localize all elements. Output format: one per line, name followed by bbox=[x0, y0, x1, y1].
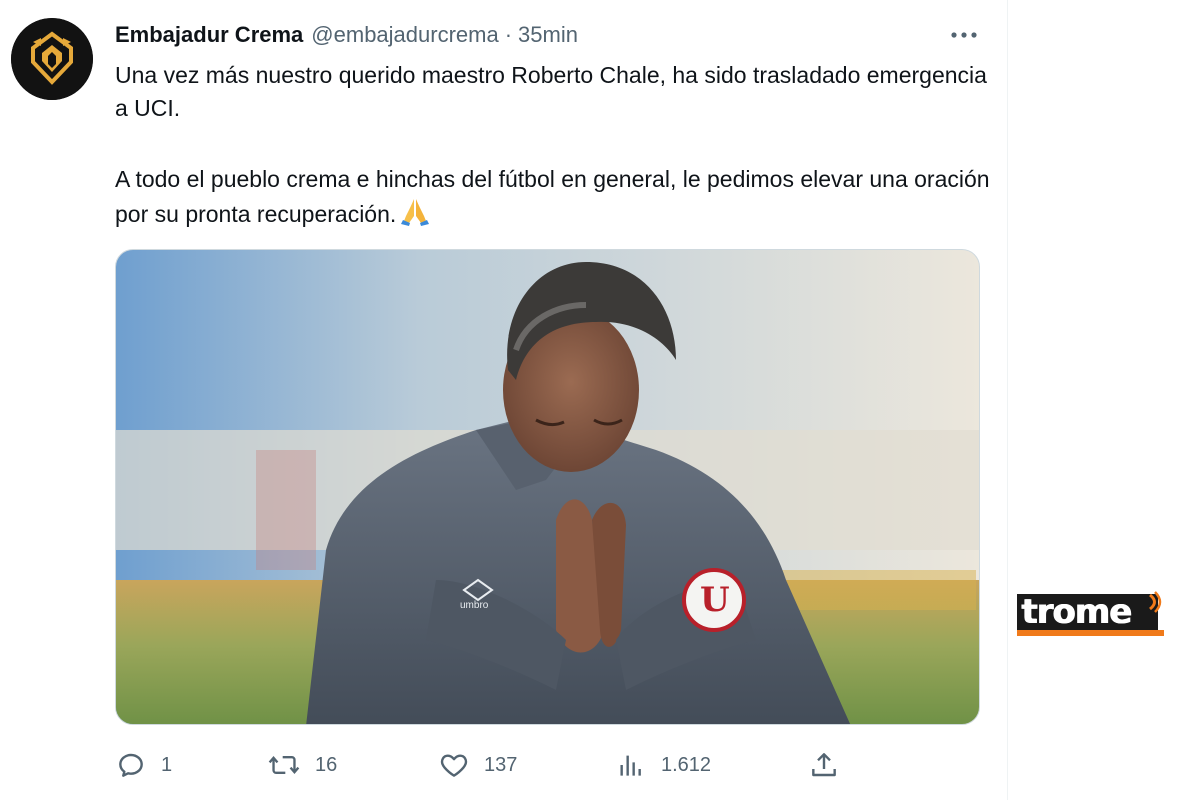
trome-logo-underline bbox=[1017, 630, 1164, 636]
column-divider bbox=[1007, 0, 1008, 800]
u-crest-letter: U bbox=[700, 580, 730, 620]
tweet-card[interactable]: Embajadur Crema @embajadurcrema · 35min … bbox=[0, 0, 1008, 800]
roberto-chale-photo bbox=[116, 250, 979, 724]
retweet-button[interactable]: 16 bbox=[267, 745, 337, 785]
tweet-header: Embajadur Crema @embajadurcrema · 35min bbox=[115, 20, 578, 50]
tweet-actions: 1 16 137 1.612 bbox=[115, 745, 875, 785]
bar-chart-icon bbox=[620, 755, 641, 776]
jacket-brand-label: umbro bbox=[460, 600, 489, 611]
ellipsis-icon bbox=[951, 32, 977, 38]
reply-icon bbox=[119, 753, 143, 777]
embajadur-logo-icon bbox=[11, 18, 93, 100]
tweet-text-paragraph-1: Una vez más nuestro querido maestro Robe… bbox=[115, 62, 987, 121]
retweet-icon bbox=[268, 755, 300, 775]
more-options-button[interactable] bbox=[946, 20, 982, 50]
reply-button[interactable]: 1 bbox=[115, 745, 172, 785]
separator-dot: · bbox=[504, 22, 513, 47]
reply-count: 1 bbox=[161, 753, 173, 776]
trome-watermark: trome bbox=[1017, 591, 1164, 637]
tweet-photo[interactable] bbox=[115, 249, 980, 725]
timestamp[interactable]: 35min bbox=[518, 22, 578, 48]
share-icon bbox=[812, 753, 836, 777]
avatar[interactable] bbox=[11, 18, 93, 100]
views-button[interactable]: 1.612 bbox=[615, 745, 711, 785]
user-handle[interactable]: @embajadurcrema bbox=[311, 22, 498, 48]
signal-wave-icon bbox=[1149, 591, 1162, 613]
heart-icon bbox=[440, 754, 468, 777]
trome-logo-text: trome bbox=[1017, 594, 1158, 630]
views-count: 1.612 bbox=[661, 753, 712, 776]
retweet-count: 16 bbox=[315, 753, 338, 776]
tweet-text-paragraph-2: A todo el pueblo crema e hinchas del fút… bbox=[115, 163, 995, 235]
share-button[interactable] bbox=[808, 745, 840, 785]
like-count: 137 bbox=[484, 753, 518, 776]
display-name[interactable]: Embajadur Crema bbox=[115, 22, 303, 48]
like-button[interactable]: 137 bbox=[438, 745, 517, 785]
folded-hands-icon bbox=[400, 196, 430, 235]
tweet-text-paragraph-2-body: A todo el pueblo crema e hinchas del fút… bbox=[115, 166, 990, 227]
